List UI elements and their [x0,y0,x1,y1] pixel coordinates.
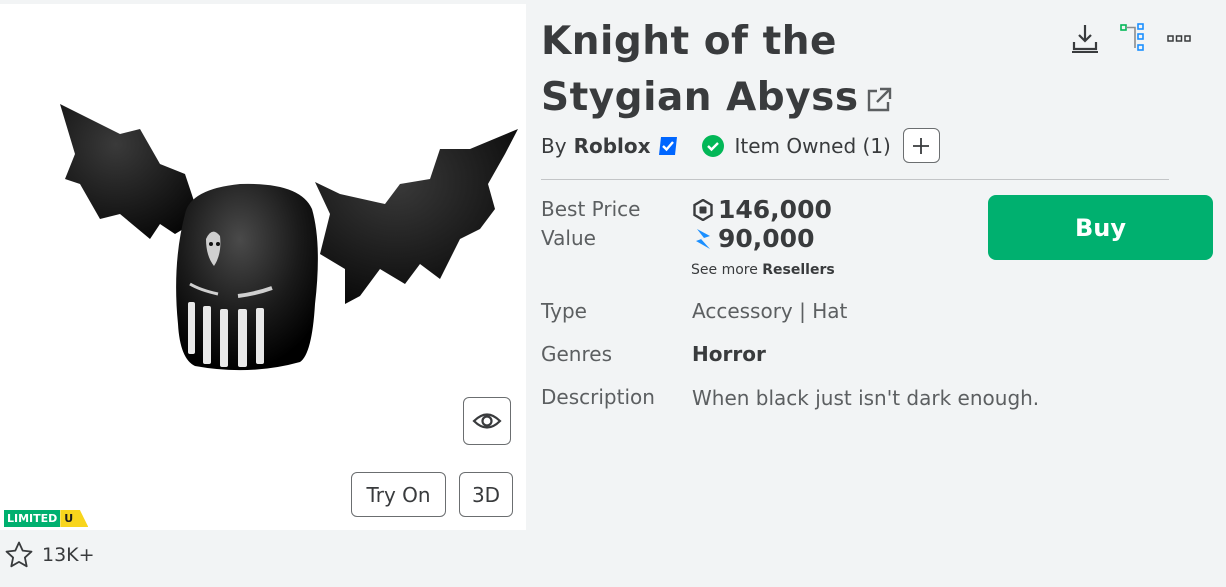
try-on-button[interactable]: Try On [351,472,446,517]
genres-value[interactable]: Horror [692,342,766,366]
external-link-icon[interactable] [865,86,893,114]
verified-badge-icon [658,136,677,155]
3d-button[interactable]: 3D [459,472,513,517]
value-price-value: 90,000 [718,224,815,253]
value-price: 90,000 [693,224,814,253]
creator-link[interactable]: Roblox [574,134,651,158]
divider [541,179,1169,180]
check-circle-icon [701,134,724,157]
hierarchy-icon [1120,23,1144,51]
view-button[interactable] [463,397,511,445]
download-icon [1072,25,1098,53]
value-bolt-icon [696,228,710,249]
best-price: 146,000 [693,195,832,224]
description-label: Description [541,385,655,409]
add-button[interactable] [902,128,940,163]
plus-icon [913,137,930,154]
limited-label: LIMITED [4,510,61,527]
by-label: By [541,133,567,158]
description-value: When black just isn't dark enough. [692,386,1040,410]
type-value[interactable]: Accessory | Hat [692,299,847,323]
hierarchy-button[interactable] [1119,22,1149,54]
best-price-label: Best Price [541,197,641,221]
item-image [60,104,518,371]
resellers-text: Resellers [762,262,835,278]
owned-text: Item Owned (1) [734,133,891,158]
robux-icon [693,198,713,221]
item-thumbnail: Try On 3D LIMITED U [0,4,526,530]
value-label: Value [541,226,596,250]
owned-status: Item Owned (1) [701,134,891,158]
eye-icon [472,413,502,429]
item-title-text: Knight of the Stygian Abyss [541,19,859,120]
limited-u-label: U [60,510,89,527]
see-more-text: See more [691,262,758,278]
buy-button[interactable]: Buy [988,195,1213,260]
limited-badge: LIMITED U [4,510,89,527]
more-options-button[interactable] [1166,28,1192,48]
favorite-control[interactable]: 13K+ [4,540,95,570]
creator-line: By Roblox Item Owned (1) [541,128,940,163]
star-icon[interactable] [4,540,34,570]
best-price-value: 146,000 [718,195,832,224]
genres-label: Genres [541,342,612,366]
more-icon [1167,35,1191,42]
download-button[interactable] [1069,22,1101,54]
type-label: Type [541,299,587,323]
favorite-count: 13K+ [42,544,95,566]
see-more-resellers-link[interactable]: See more Resellers [691,262,835,278]
item-title: Knight of the Stygian Abyss [541,14,1001,126]
